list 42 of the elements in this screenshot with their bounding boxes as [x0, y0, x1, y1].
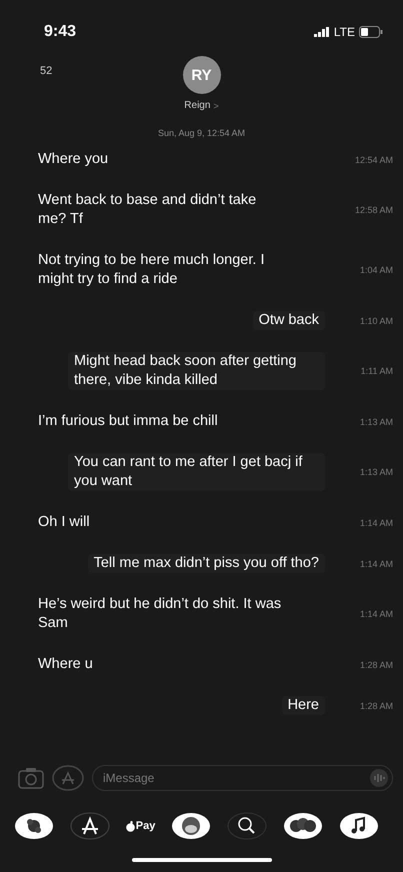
sent-message: Here	[282, 696, 325, 715]
app-store-icon	[52, 765, 84, 791]
message-time: 1:28 AM	[358, 700, 393, 710]
message-time: 1:10 AM	[358, 316, 393, 326]
sent-message: Might head back soon after getting there, vibe kinda killed	[68, 352, 325, 390]
received-message: Not trying to be here much longer. I might try to find a ride	[38, 251, 266, 289]
music-icon[interactable]	[338, 812, 379, 840]
status-time: 9:43	[44, 23, 76, 41]
audio-icon	[369, 768, 389, 788]
received-message: Where you	[38, 150, 108, 169]
apple-pay-label[interactable]: Pay	[136, 820, 156, 832]
sent-message: You can rant to me after I get bacj if you want	[68, 453, 325, 491]
image-search-icon[interactable]	[227, 812, 268, 840]
message-time: 1:28 AM	[358, 660, 393, 670]
received-message: Went back to base and didn’t take me? Tf	[38, 191, 258, 229]
date-label: Sun, Aug 9, 12:54 AM	[156, 127, 246, 140]
apple-logo-icon	[126, 820, 135, 832]
message-time: 1:11 AM	[360, 366, 393, 376]
contact-name[interactable]: Reign	[184, 100, 210, 111]
message-time: 12:54 AM	[354, 154, 393, 164]
message-time: 1:13 AM	[358, 416, 393, 426]
message-time: 1:13 AM	[358, 467, 393, 477]
app-store-icon[interactable]	[70, 812, 110, 840]
message-time: 1:14 AM	[358, 558, 393, 568]
photos-icon[interactable]	[14, 812, 54, 840]
received-message: I’m furious but imma be chill	[38, 412, 218, 431]
message-time: 1:14 AM	[358, 609, 393, 619]
camera-icon	[18, 767, 44, 789]
message-time: 1:04 AM	[358, 265, 393, 275]
sent-message: Otw back	[252, 311, 325, 330]
received-message: He’s weird but he didn’t do shit. It was Sam	[38, 595, 282, 633]
received-message: Oh I will	[38, 513, 90, 532]
message-field[interactable]: iMessage	[92, 765, 393, 791]
battery-icon	[359, 26, 383, 38]
received-message: Where u	[38, 655, 93, 674]
network-label: LTE	[334, 25, 355, 39]
chevron-icon: >	[213, 100, 219, 110]
sent-message: Tell me max didn’t piss you off tho?	[88, 554, 325, 573]
back-count[interactable]: 52	[40, 65, 52, 77]
message-time: 1:14 AM	[358, 518, 393, 528]
message-time: 12:58 AM	[354, 205, 393, 215]
signal-icon	[314, 27, 330, 37]
